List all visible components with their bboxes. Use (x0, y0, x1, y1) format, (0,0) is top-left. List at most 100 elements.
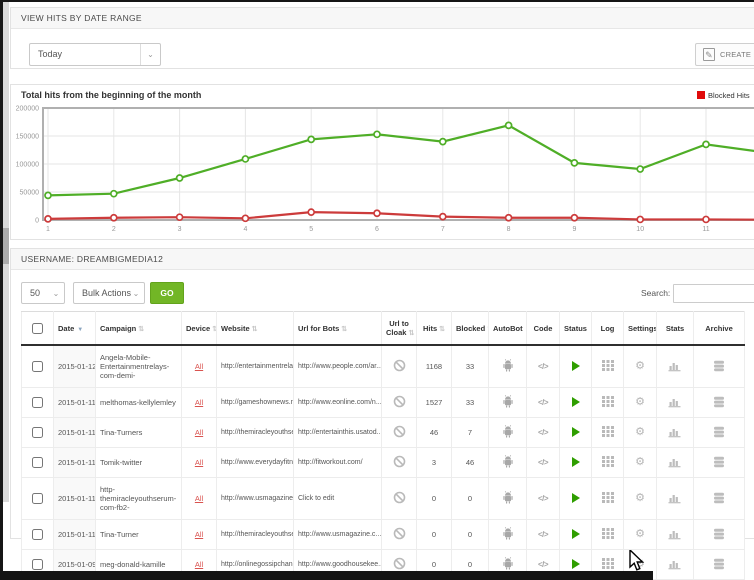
create-new-campaign-button[interactable]: ✎ CREATE NEW CAMPAIGN (695, 43, 754, 66)
column-header-code[interactable]: Code (527, 312, 560, 346)
sort-icon[interactable]: ⇅ (138, 326, 144, 333)
code-icon[interactable]: </> (538, 428, 548, 437)
archive-icon[interactable] (713, 396, 725, 408)
url-to-cloak-ban-icon[interactable] (393, 425, 406, 438)
status-play-icon[interactable] (572, 361, 580, 371)
row-checkbox[interactable] (32, 457, 43, 468)
settings-gear-icon[interactable]: ⚙ (635, 457, 645, 468)
row-url-for-bots[interactable]: http://entertainthis.usatod... (294, 418, 382, 448)
row-checkbox[interactable] (32, 529, 43, 540)
archive-icon[interactable] (713, 456, 725, 468)
status-play-icon[interactable] (572, 427, 580, 437)
settings-gear-icon[interactable]: ⚙ (635, 397, 645, 408)
row-checkbox[interactable] (32, 559, 43, 570)
archive-icon[interactable] (713, 426, 725, 438)
bulk-actions-select[interactable]: Bulk Actions ⌄ (73, 282, 145, 304)
column-header-status[interactable]: Status (560, 312, 592, 346)
column-header-archive[interactable]: Archive (694, 312, 745, 346)
code-icon[interactable]: </> (538, 362, 548, 371)
sort-icon[interactable]: ⇅ (408, 330, 414, 337)
status-play-icon[interactable] (572, 457, 580, 467)
sort-icon[interactable]: ⇅ (252, 326, 258, 333)
url-to-cloak-ban-icon[interactable] (393, 455, 406, 468)
device-all-link[interactable]: All (195, 458, 203, 467)
status-play-icon[interactable] (572, 397, 580, 407)
stats-chart-icon[interactable] (668, 528, 682, 540)
sort-desc-icon[interactable]: ▼ (77, 327, 83, 333)
select-all-checkbox[interactable] (32, 323, 43, 334)
row-checkbox[interactable] (32, 427, 43, 438)
date-range-select[interactable]: Today ⌄ (29, 43, 161, 66)
column-header-campaign[interactable]: Campaign⇅ (96, 312, 182, 346)
row-url-for-bots[interactable]: Click to edit (294, 478, 382, 520)
log-grid-icon[interactable] (602, 396, 614, 407)
stats-chart-icon[interactable] (668, 360, 682, 372)
autobot-android-icon[interactable] (502, 425, 514, 438)
status-play-icon[interactable] (572, 559, 580, 569)
row-checkbox[interactable] (32, 361, 43, 372)
archive-icon[interactable] (713, 528, 725, 540)
log-grid-icon[interactable] (602, 456, 614, 467)
go-button[interactable]: GO (150, 282, 184, 304)
row-website[interactable]: http://gameshownews.net (217, 388, 294, 418)
column-header-url-to-cloak[interactable]: Url to Cloak⇅ (382, 312, 417, 346)
stats-chart-icon[interactable] (668, 456, 682, 468)
stats-chart-icon[interactable] (668, 426, 682, 438)
stats-chart-icon[interactable] (668, 396, 682, 408)
archive-icon[interactable] (713, 558, 725, 570)
row-checkbox[interactable] (32, 493, 43, 504)
url-to-cloak-ban-icon[interactable] (393, 359, 406, 372)
autobot-android-icon[interactable] (502, 557, 514, 570)
device-all-link[interactable]: All (195, 530, 203, 539)
row-checkbox[interactable] (32, 397, 43, 408)
search-input[interactable] (673, 284, 754, 303)
column-header-settings[interactable]: Settings (624, 312, 657, 346)
autobot-android-icon[interactable] (502, 491, 514, 504)
device-all-link[interactable]: All (195, 428, 203, 437)
settings-gear-icon[interactable]: ⚙ (635, 529, 645, 540)
url-to-cloak-ban-icon[interactable] (393, 491, 406, 504)
autobot-android-icon[interactable] (502, 527, 514, 540)
code-icon[interactable]: </> (538, 494, 548, 503)
row-website[interactable]: http://themiracleyouthser... (217, 520, 294, 550)
column-header-blocked[interactable]: Blocked⇅ (452, 312, 489, 346)
settings-gear-icon[interactable]: ⚙ (635, 493, 645, 504)
stats-chart-icon[interactable] (668, 558, 682, 570)
column-header-log[interactable]: Log (592, 312, 624, 346)
column-header-hits[interactable]: Hits⇅ (417, 312, 452, 346)
column-header-device[interactable]: Device⇅ (182, 312, 217, 346)
archive-icon[interactable] (713, 492, 725, 504)
row-website[interactable]: http://entertainmentrelays... (217, 345, 294, 388)
device-all-link[interactable]: All (195, 398, 203, 407)
url-to-cloak-ban-icon[interactable] (393, 395, 406, 408)
log-grid-icon[interactable] (602, 426, 614, 437)
sort-icon[interactable]: ⇅ (341, 326, 347, 333)
row-website[interactable]: http://themiracleyouthser... (217, 418, 294, 448)
status-play-icon[interactable] (572, 493, 580, 503)
code-icon[interactable]: </> (538, 398, 548, 407)
column-header-website[interactable]: Website⇅ (217, 312, 294, 346)
device-all-link[interactable]: All (195, 494, 203, 503)
archive-icon[interactable] (713, 360, 725, 372)
log-grid-icon[interactable] (602, 558, 614, 569)
settings-gear-icon[interactable]: ⚙ (635, 427, 645, 438)
code-icon[interactable]: </> (538, 560, 548, 569)
column-header-stats[interactable]: Stats (657, 312, 694, 346)
sort-icon[interactable]: ⇅ (212, 326, 216, 333)
device-all-link[interactable]: All (195, 560, 203, 569)
sort-icon[interactable]: ⇅ (439, 326, 445, 333)
log-grid-icon[interactable] (602, 528, 614, 539)
row-url-for-bots[interactable]: http://fitworkout.com/ (294, 448, 382, 478)
page-size-select[interactable]: 50 ⌄ (21, 282, 65, 304)
column-header-url-for-bots[interactable]: Url for Bots⇅ (294, 312, 382, 346)
autobot-android-icon[interactable] (502, 395, 514, 408)
row-url-for-bots[interactable]: http://www.people.com/ar... (294, 345, 382, 388)
log-grid-icon[interactable] (602, 360, 614, 371)
status-play-icon[interactable] (572, 529, 580, 539)
stats-chart-icon[interactable] (668, 492, 682, 504)
device-all-link[interactable]: All (195, 362, 203, 371)
left-scrollbar-thumb[interactable] (3, 228, 9, 264)
row-url-for-bots[interactable]: http://www.eonline.com/n... (294, 388, 382, 418)
row-website[interactable]: http://www.everydayfitnes... (217, 448, 294, 478)
url-to-cloak-ban-icon[interactable] (393, 557, 406, 570)
